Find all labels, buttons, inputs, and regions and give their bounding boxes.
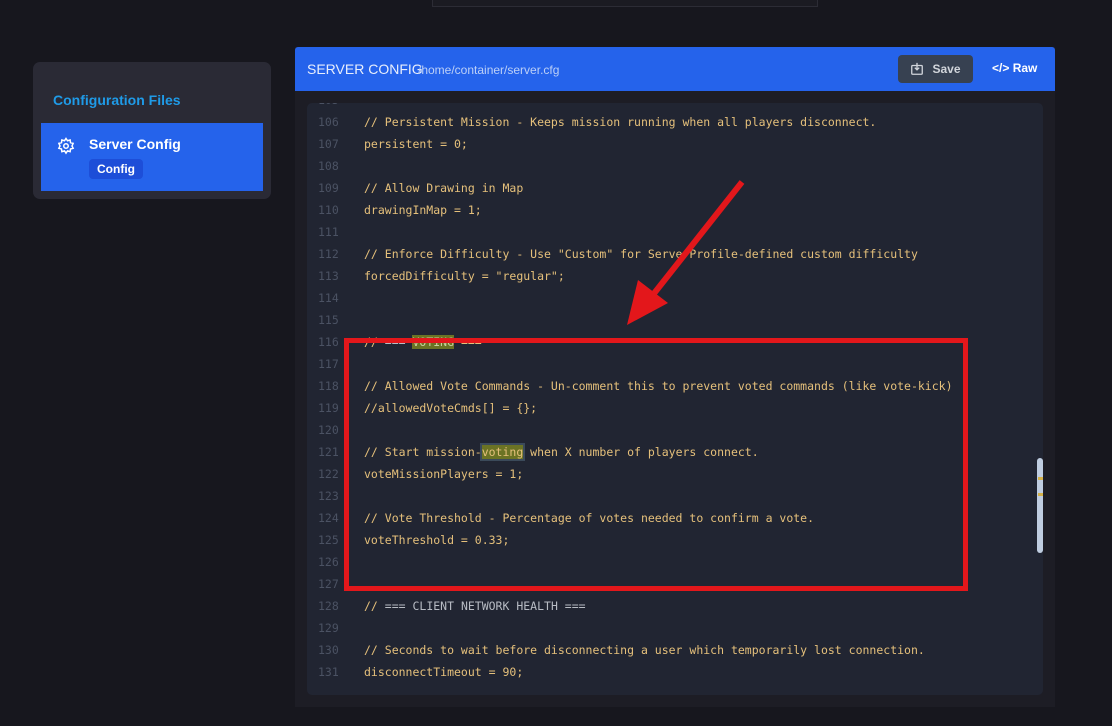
annotation-arrow bbox=[627, 180, 745, 325]
